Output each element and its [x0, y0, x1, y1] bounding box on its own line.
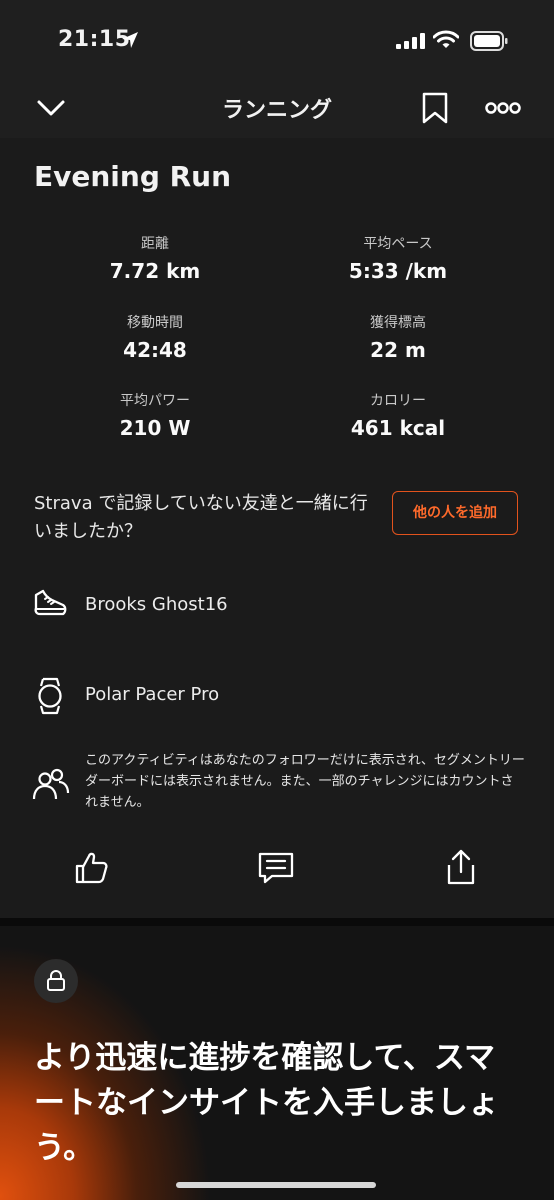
- shoes-label: Brooks Ghost16: [85, 594, 228, 615]
- stat-avg-power: 平均パワー 210 W: [45, 390, 265, 440]
- tag-friends-prompt: Strava で記録していない友達と一緒に行いましたか？: [34, 493, 368, 542]
- promo-text: より迅速に進捗を確認して、スマートなインサイトを入手しましょう。: [34, 1040, 499, 1166]
- device-row[interactable]: Polar Pacer Pro: [32, 676, 512, 716]
- stat-elevation-gain: 獲得標高 22 m: [288, 312, 508, 362]
- stat-value: 22 m: [370, 338, 426, 362]
- stat-value: 5:33 /km: [348, 259, 448, 283]
- shoe-icon: [34, 589, 67, 616]
- stat-avg-pace: 平均ペース 5:33 /km: [288, 233, 508, 283]
- location-arrow-icon: [122, 32, 138, 48]
- stat-distance: 距離 7.72 km: [45, 233, 265, 283]
- lock-icon: [47, 970, 65, 991]
- shoes-row[interactable]: Brooks Ghost16: [32, 586, 512, 626]
- watch-icon: [38, 677, 62, 715]
- wifi-icon: [433, 30, 459, 48]
- bookmark-icon[interactable]: [421, 92, 449, 124]
- share-icon[interactable]: [441, 848, 481, 888]
- add-others-button[interactable]: 他の人を追加: [392, 491, 518, 535]
- subscription-promo[interactable]: より迅速に進捗を確認して、スマートなインサイトを入手しましょう。: [0, 926, 554, 1200]
- navigation-bar: ランニング: [0, 80, 554, 138]
- home-indicator[interactable]: [176, 1182, 376, 1188]
- cellular-signal-icon: [396, 33, 425, 49]
- activity-detail: Evening Run 距離 7.72 km 平均ペース 5:33 /km 移動…: [0, 138, 554, 918]
- stat-label: 平均パワー: [120, 393, 190, 409]
- stat-label: 平均ペース: [363, 236, 433, 252]
- followers-icon: [32, 768, 70, 800]
- activity-title: Evening Run: [34, 160, 232, 193]
- stat-value: 42:48: [123, 338, 187, 362]
- battery-icon: [470, 31, 508, 51]
- privacy-text: このアクティビティはあなたのフォロワーだけに表示され、セグメントリーダーボードに…: [85, 753, 525, 810]
- thumbs-up-icon[interactable]: [72, 848, 112, 888]
- device-label: Polar Pacer Pro: [85, 684, 220, 705]
- stat-value: 210 W: [119, 416, 191, 440]
- more-options-icon[interactable]: [485, 98, 521, 118]
- status-time: 21:15: [58, 27, 131, 52]
- section-divider: [0, 918, 554, 926]
- stat-moving-time: 移動時間 42:48: [45, 312, 265, 362]
- stat-label: 距離: [141, 236, 169, 252]
- stat-value: 461 kcal: [350, 416, 446, 440]
- comment-icon[interactable]: [256, 848, 296, 888]
- status-bar: 21:15: [0, 0, 554, 80]
- stat-label: 移動時間: [127, 315, 183, 331]
- stat-label: カロリー: [370, 393, 426, 409]
- stat-label: 獲得標高: [370, 315, 426, 331]
- stat-value: 7.72 km: [109, 259, 201, 283]
- stat-calories: カロリー 461 kcal: [288, 390, 508, 440]
- page-title: ランニング: [221, 98, 332, 123]
- lock-badge: [34, 959, 78, 1003]
